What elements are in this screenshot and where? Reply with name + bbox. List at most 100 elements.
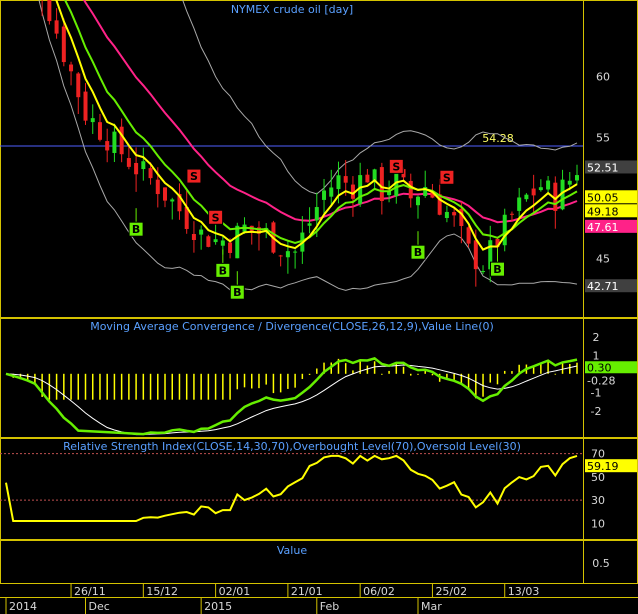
price-chart-title: NYMEX crude oil [day] (231, 3, 353, 16)
macd-tick-label: -2 (591, 405, 602, 418)
candle-body (575, 175, 579, 181)
candle-body (54, 20, 59, 34)
candle-body (481, 271, 486, 273)
macd-tick-label: 2 (593, 331, 600, 344)
candle-body (322, 190, 327, 200)
candle-body (524, 194, 529, 200)
candle-body (134, 162, 139, 175)
candle-body (83, 91, 88, 121)
candle-body (314, 207, 319, 221)
period-tick-label: Feb (320, 600, 339, 613)
candle-body (148, 168, 153, 179)
candle-body (502, 214, 507, 246)
candle-body (473, 240, 478, 270)
chart-canvas: NYMEX crude oil [day]4550556054.28BBBBBS… (0, 0, 638, 614)
date-tick-label: 21/01 (291, 585, 323, 598)
buy-marker-label: B (219, 264, 227, 277)
candle-body (213, 239, 218, 243)
date-tick-label: 26/11 (74, 585, 106, 598)
candle-body (235, 225, 240, 259)
candle-body (97, 122, 102, 140)
price-value-label: 49.18 (587, 205, 619, 218)
candle-body (228, 242, 233, 253)
date-tick-label: 15/12 (146, 585, 178, 598)
candle-body (206, 236, 211, 247)
candle-body (531, 188, 536, 196)
price-panel: NYMEX crude oil [day]4550556054.28BBBBBS… (0, 0, 637, 300)
price-tick-label: 45 (596, 252, 610, 265)
candle-body (509, 213, 514, 215)
candle-body (119, 126, 124, 155)
candle-body (307, 223, 312, 226)
buy-marker-label: B (233, 286, 241, 299)
candle-body (163, 187, 168, 201)
rsi-line (5, 454, 578, 522)
price-tick-label: 60 (596, 71, 610, 84)
sell-marker-label: S (190, 170, 198, 183)
rsi-tick-label: 30 (591, 494, 605, 507)
candle-body (466, 227, 471, 244)
buy-marker-label: B (493, 263, 501, 276)
rsi-tick-label: 10 (591, 517, 605, 530)
price-tick-label: 55 (596, 131, 610, 144)
price-value-label: 47.61 (587, 221, 619, 234)
buy-marker-label: B (132, 223, 140, 236)
candle-body (365, 174, 370, 183)
candle-body (199, 229, 204, 235)
candle-body (379, 167, 384, 202)
candle-body (155, 179, 160, 195)
price-panel-border (0, 0, 638, 318)
sell-marker-label: S (443, 171, 451, 184)
buy-marker-label: B (414, 246, 422, 259)
candle-body (343, 176, 348, 183)
rsi-value-label: 59.19 (587, 460, 619, 473)
sell-marker-label: S (392, 160, 400, 173)
candle-body (76, 73, 81, 98)
candle-body (285, 251, 290, 258)
rsi-panel: Relative Strength Index(CLOSE,14,30,70),… (0, 440, 637, 530)
candle-body (126, 158, 131, 167)
price-value-label: 42.71 (587, 280, 619, 293)
candle-body (452, 212, 457, 216)
macd-title: Moving Average Convergence / Divergence(… (90, 320, 494, 333)
candle-body (170, 199, 175, 202)
ma-slow-line (82, 0, 578, 224)
macd-tick-label: -1 (591, 386, 602, 399)
candle-body (336, 175, 341, 190)
volume-panel: Value 0.5 (277, 544, 610, 570)
candle-body (220, 240, 225, 246)
ma-fast-line (55, 0, 578, 251)
rsi-title: Relative Strength Index(CLOSE,14,30,70),… (63, 440, 521, 453)
candle-body (69, 64, 74, 72)
candle-body (141, 161, 146, 170)
candle-body (408, 180, 413, 199)
candle-body (415, 196, 420, 206)
sell-marker-label: S (212, 211, 220, 224)
candle-body (47, 0, 52, 22)
date-tick-label: 02/01 (219, 585, 251, 598)
period-tick-label: 2015 (204, 600, 232, 613)
date-tick-label: 25/02 (435, 585, 467, 598)
date-tick-label: 13/03 (508, 585, 540, 598)
price-value-label: 50.05 (587, 191, 619, 204)
candle-body (293, 251, 298, 253)
x-axis: 26/11 15/12 02/01 21/01 06/02 25/02 13/03 2014 D… (0, 584, 638, 614)
volume-tick-label: 0.5 (592, 557, 610, 570)
candle-body (278, 255, 283, 257)
period-tick-label: Mar (421, 600, 442, 613)
candle-body (329, 187, 334, 197)
macd-value-label: 0.30 (587, 361, 612, 374)
rsi-tick-label: 70 (591, 448, 605, 461)
price-value-label: 52.51 (587, 161, 619, 174)
date-tick-label: 06/02 (363, 585, 395, 598)
period-tick-label: Dec (89, 600, 110, 613)
candle-body (191, 234, 196, 240)
candle-body (90, 118, 95, 123)
candle-body (105, 141, 110, 151)
candle-body (538, 187, 543, 191)
candle-body (444, 211, 449, 218)
macd-value-label: -0.28 (587, 374, 615, 387)
volume-title: Value (277, 544, 307, 557)
candle-body (112, 131, 117, 153)
candle-body (61, 26, 66, 63)
